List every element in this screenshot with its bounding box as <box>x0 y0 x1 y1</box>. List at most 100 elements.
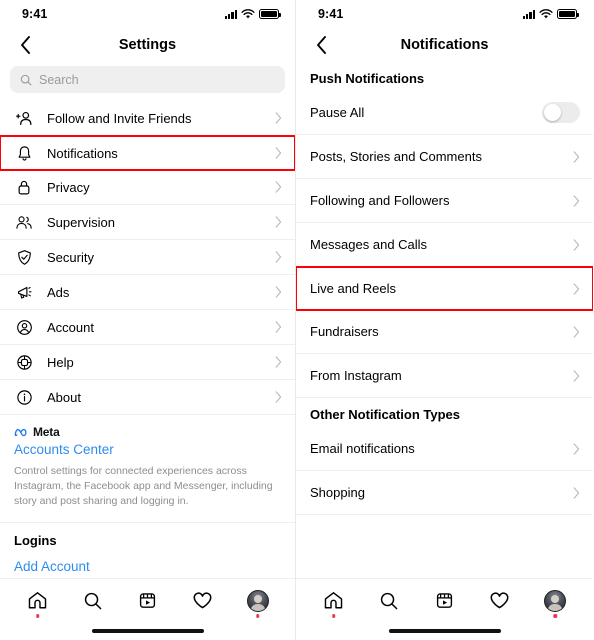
search-container: Search <box>0 62 295 101</box>
status-time: 9:41 <box>22 7 48 21</box>
sidebar-item-label: Privacy <box>47 179 90 195</box>
setting-row-label: Fundraisers <box>310 324 379 339</box>
wifi-icon <box>241 8 255 18</box>
right-spacer <box>296 547 593 579</box>
meta-brand-row: Meta <box>14 425 281 439</box>
sidebar-item-privacy[interactable]: Privacy <box>0 170 295 204</box>
setting-row-following-followers[interactable]: Following and Followers <box>296 179 593 222</box>
info-circle-icon <box>14 389 34 406</box>
setting-row-shopping[interactable]: Shopping <box>296 471 593 514</box>
home-icon <box>324 592 343 609</box>
setting-row-pause-all[interactable]: Pause All <box>296 91 593 134</box>
home-indicator-area <box>296 622 593 640</box>
tab-profile[interactable] <box>535 585 575 618</box>
setting-row-fundraisers[interactable]: Fundraisers <box>296 310 593 353</box>
notification-dot <box>553 614 557 618</box>
sidebar-item-label: About <box>47 389 81 405</box>
search-input[interactable]: Search <box>10 66 285 93</box>
back-chevron-icon[interactable] <box>14 34 36 56</box>
tab-home[interactable] <box>314 585 354 618</box>
megaphone-icon <box>14 284 34 301</box>
people-icon <box>14 214 34 231</box>
logins-heading: Logins <box>14 532 57 548</box>
setting-row-from-instagram[interactable]: From Instagram <box>296 354 593 397</box>
bell-icon <box>14 145 34 162</box>
setting-row-live-and-reels[interactable]: Live and Reels <box>296 266 593 311</box>
add-account-link[interactable]: Add Account <box>0 550 295 578</box>
meta-brand-label: Meta <box>33 425 60 439</box>
chevron-right-icon <box>570 486 580 499</box>
toggle-knob <box>543 103 562 122</box>
chevron-right-icon <box>272 216 282 228</box>
sidebar-item-follow-invite-friends[interactable]: Follow and Invite Friends <box>0 101 295 135</box>
accounts-center-link[interactable]: Accounts Center <box>14 442 281 457</box>
sidebar-item-account[interactable]: Account <box>0 310 295 344</box>
home-indicator[interactable] <box>388 629 501 633</box>
dual-screen-comparison: 9:41 Settings Search Follow and Invite F… <box>0 0 594 640</box>
accounts-center-description: Control settings for connected experienc… <box>14 465 273 508</box>
settings-list: Follow and Invite Friends Notifications <box>0 101 295 578</box>
notification-dot <box>331 614 336 618</box>
notifications-list: Push Notifications Pause All Posts, Stor… <box>296 62 593 547</box>
battery-full-icon <box>557 9 579 19</box>
notification-dot <box>255 614 260 618</box>
sidebar-item-about[interactable]: About <box>0 380 295 414</box>
chevron-right-icon <box>570 369 580 382</box>
status-bar: 9:41 <box>296 0 593 28</box>
setting-row-label: Shopping <box>310 485 365 500</box>
person-add-icon <box>14 110 34 127</box>
wifi-icon <box>539 8 553 18</box>
search-placeholder: Search <box>39 72 79 87</box>
lifebuoy-icon <box>14 354 34 371</box>
setting-row-label: Following and Followers <box>310 193 450 208</box>
chevron-right-icon <box>272 321 282 333</box>
setting-row-label: Posts, Stories and Comments <box>310 149 482 164</box>
sidebar-item-ads[interactable]: Ads <box>0 275 295 309</box>
cellular-bars-icon <box>522 9 535 19</box>
profile-avatar <box>246 589 269 612</box>
account-circle-icon <box>14 319 34 336</box>
chevron-right-icon <box>570 194 580 207</box>
reels-icon <box>436 593 453 608</box>
settings-nav-header: Settings <box>0 28 295 62</box>
setting-row-posts-stories-comments[interactable]: Posts, Stories and Comments <box>296 135 593 178</box>
chevron-right-icon <box>272 286 282 298</box>
tab-reels[interactable] <box>424 585 464 617</box>
sidebar-item-security[interactable]: Security <box>0 240 295 274</box>
setting-row-email-notifications[interactable]: Email notifications <box>296 427 593 470</box>
setting-row-messages-calls[interactable]: Messages and Calls <box>296 223 593 266</box>
setting-row-label: Messages and Calls <box>310 237 428 252</box>
chevron-right-icon <box>272 181 282 193</box>
tab-search[interactable] <box>369 585 409 617</box>
sidebar-item-label: Account <box>47 319 94 335</box>
heart-icon <box>490 592 509 609</box>
tab-reels[interactable] <box>128 585 168 617</box>
tab-search[interactable] <box>73 585 113 617</box>
cellular-bars-icon <box>224 9 237 19</box>
tab-activity[interactable] <box>480 585 520 617</box>
sidebar-item-supervision[interactable]: Supervision <box>0 205 295 239</box>
chevron-right-icon <box>570 282 580 295</box>
lock-icon <box>14 179 34 196</box>
setting-row-label: Live and Reels <box>310 281 396 296</box>
tab-home[interactable] <box>18 585 58 618</box>
sidebar-item-help[interactable]: Help <box>0 345 295 379</box>
search-icon <box>380 592 398 609</box>
bottom-tab-bar <box>0 578 295 622</box>
status-icons <box>224 8 281 20</box>
tab-profile[interactable] <box>238 585 278 618</box>
home-indicator-area <box>0 622 295 640</box>
reels-icon <box>139 593 156 608</box>
notification-dot <box>35 614 40 618</box>
home-indicator[interactable] <box>91 629 204 633</box>
setting-row-label: From Instagram <box>310 368 402 383</box>
shield-check-icon <box>14 249 34 266</box>
sidebar-item-label: Security <box>47 249 94 265</box>
meta-accounts-center-block: Meta Accounts Center Control settings fo… <box>0 415 295 522</box>
back-chevron-icon[interactable] <box>310 34 332 56</box>
bottom-tab-bar <box>296 578 593 622</box>
setting-row-label: Pause All <box>310 105 365 120</box>
tab-activity[interactable] <box>183 585 223 617</box>
sidebar-item-notifications[interactable]: Notifications <box>0 135 295 171</box>
pause-all-toggle[interactable] <box>542 102 580 123</box>
